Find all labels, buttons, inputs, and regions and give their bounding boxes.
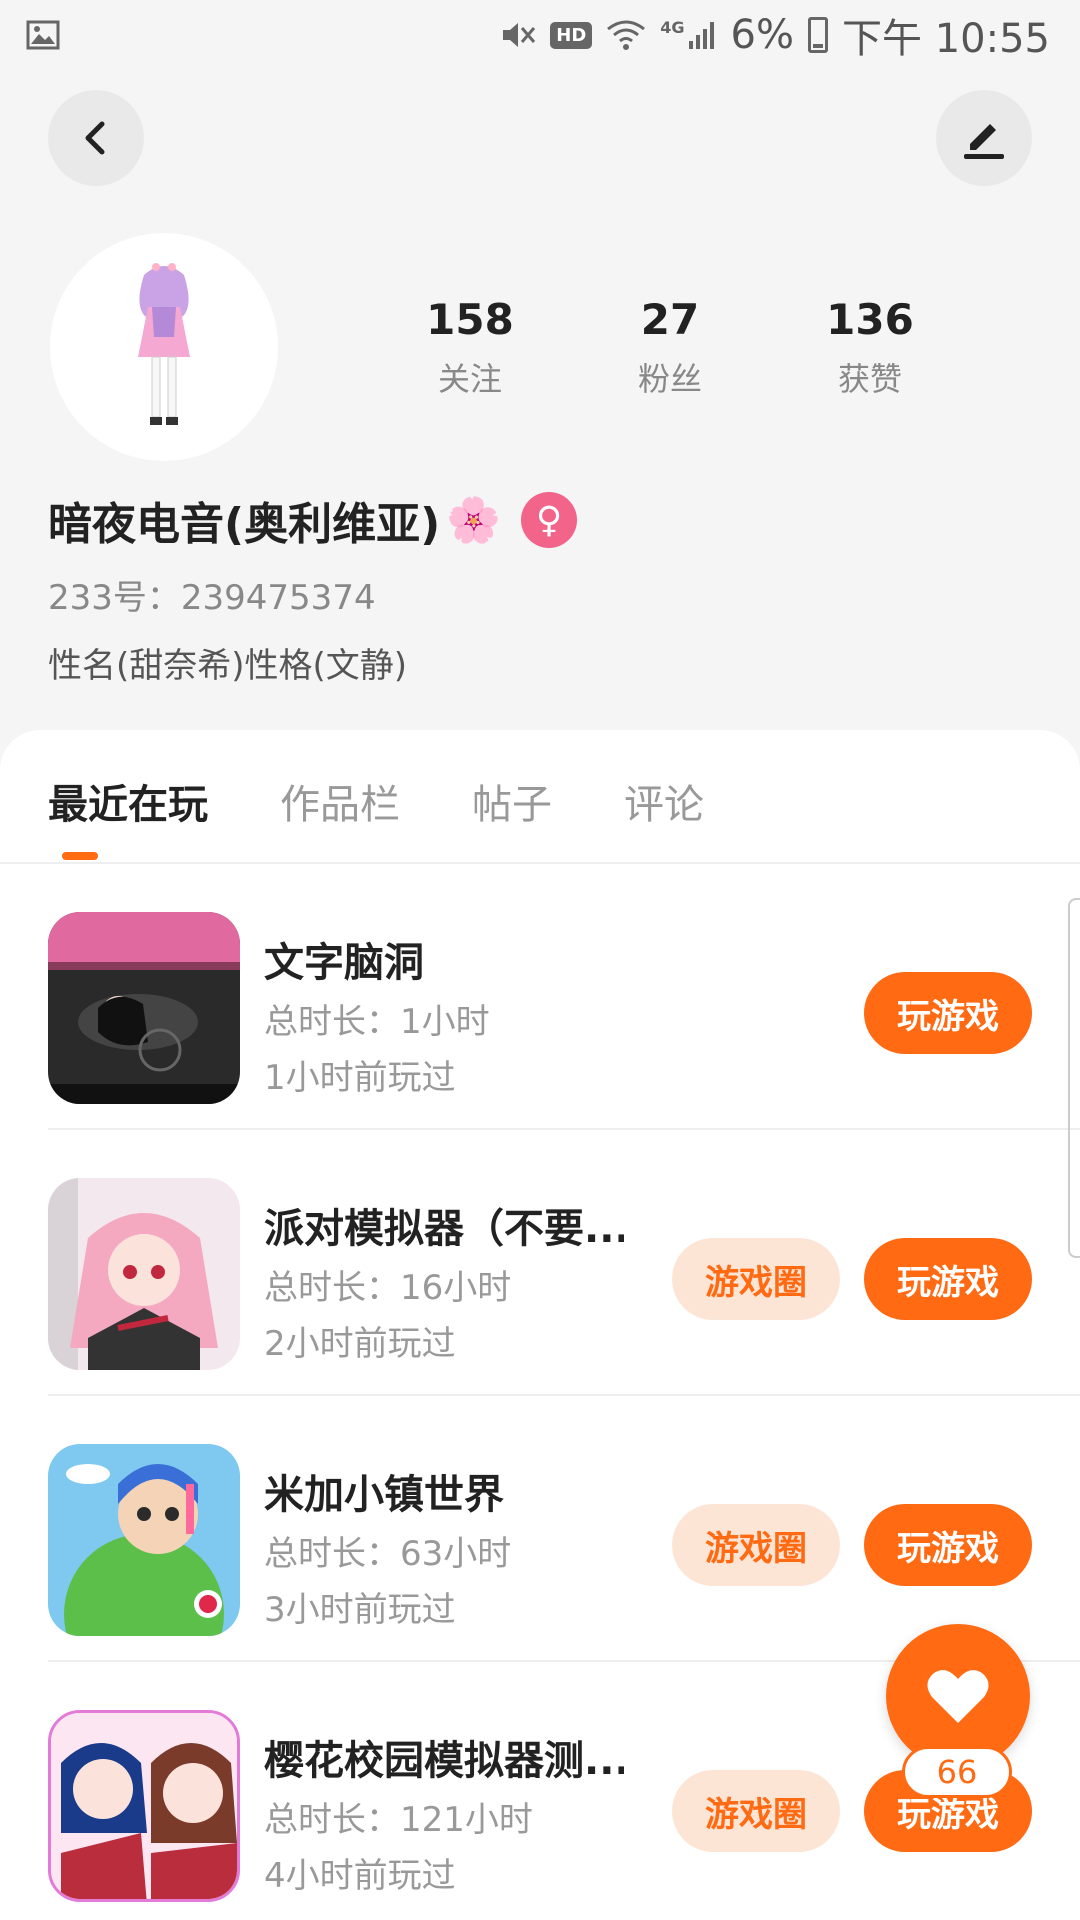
edit-profile-button[interactable] [936, 90, 1032, 186]
stat-value: 136 [826, 295, 914, 344]
stat-label: 粉丝 [637, 360, 702, 398]
game-icon-wenzi-naodong[interactable] [48, 912, 240, 1104]
wifi-icon [607, 20, 646, 50]
avatar[interactable] [50, 233, 278, 461]
list-item[interactable]: 米加小镇世界 总时长：63小时 3小时前玩过 游戏圈 玩游戏 [48, 1396, 1080, 1662]
play-game-button[interactable]: 玩游戏 [864, 1504, 1032, 1586]
image-icon [26, 20, 60, 50]
tab-comments[interactable]: 评论 [624, 772, 704, 830]
game-name: 樱花校园模拟器测... [264, 1738, 624, 1784]
play-game-button[interactable]: 玩游戏 [864, 972, 1032, 1054]
game-last-played: 1小时前玩过 [264, 1058, 456, 1098]
battery-icon [808, 17, 828, 53]
edit-pen-icon [964, 124, 1004, 159]
clock: 下午 10:55 [842, 16, 1050, 62]
game-icon-sakura-school[interactable] [48, 1710, 240, 1902]
tab-works[interactable]: 作品栏 [280, 772, 400, 830]
avatar-character-image [138, 263, 190, 425]
game-last-played: 3小时前玩过 [264, 1590, 456, 1630]
game-circle-button[interactable]: 游戏圈 [672, 1770, 840, 1852]
stat-likes[interactable]: 136 获赞 [770, 295, 970, 400]
list-item[interactable]: 派对模拟器（不要... 总时长：16小时 2小时前玩过 游戏圈 玩游戏 [48, 1130, 1080, 1396]
tab-bar: 最近在玩 作品栏 帖子 评论 [48, 772, 776, 830]
play-game-button[interactable]: 玩游戏 [864, 1238, 1032, 1320]
game-duration: 总时长：16小时 [264, 1268, 512, 1308]
game-icon-party-simulator[interactable] [48, 1178, 240, 1370]
scroll-handle[interactable] [1068, 898, 1080, 1258]
game-icon-miga-town[interactable] [48, 1444, 240, 1636]
hd-badge: HD [550, 21, 593, 49]
list-item[interactable]: 文字脑洞 总时长：1小时 1小时前玩过 玩游戏 [48, 864, 1080, 1130]
stat-value: 27 [640, 295, 700, 344]
back-arrow-icon [85, 121, 105, 155]
profile-stats: 158 关注 27 粉丝 136 获赞 [350, 295, 970, 400]
game-duration: 总时长：63小时 [264, 1534, 512, 1574]
like-count-badge: 66 [902, 1746, 1012, 1798]
tab-posts[interactable]: 帖子 [472, 772, 552, 830]
stat-label: 关注 [437, 360, 502, 398]
female-gender-icon: ♀ [521, 492, 578, 548]
game-name: 派对模拟器（不要... [264, 1206, 624, 1252]
battery-percent: 6% [730, 12, 794, 58]
game-duration: 总时长：121小时 [264, 1800, 533, 1840]
game-circle-button[interactable]: 游戏圈 [672, 1504, 840, 1586]
game-last-played: 4小时前玩过 [264, 1856, 456, 1896]
tab-recently-played[interactable]: 最近在玩 [48, 772, 208, 830]
stat-followers[interactable]: 27 粉丝 [570, 295, 770, 400]
game-duration: 总时长：1小时 [264, 1002, 490, 1042]
network-label: 4G [660, 17, 685, 37]
back-button[interactable] [48, 90, 144, 186]
game-name: 文字脑洞 [264, 940, 424, 986]
heart-icon [927, 1670, 989, 1723]
user-bio: 性名(甜奈希)性格(文静) [48, 646, 408, 686]
game-name: 米加小镇世界 [264, 1472, 504, 1518]
active-tab-indicator [62, 852, 98, 860]
username: 暗夜电音(奥利维亚) [48, 499, 441, 550]
game-last-played: 2小时前玩过 [264, 1324, 456, 1364]
username-row: 暗夜电音(奥利维亚) 🌸 ♀ [48, 488, 578, 552]
status-bar: HD 4G 6% 下午 10:55 [0, 0, 1080, 70]
mute-icon [503, 23, 536, 47]
stat-following[interactable]: 158 关注 [370, 295, 570, 400]
sakura-icon: 🌸 [446, 495, 502, 546]
stat-value: 158 [426, 295, 514, 344]
user-id: 233号：239475374 [48, 578, 376, 618]
signal-icon [688, 22, 714, 49]
stat-label: 获赞 [837, 360, 902, 398]
game-circle-button[interactable]: 游戏圈 [672, 1238, 840, 1320]
